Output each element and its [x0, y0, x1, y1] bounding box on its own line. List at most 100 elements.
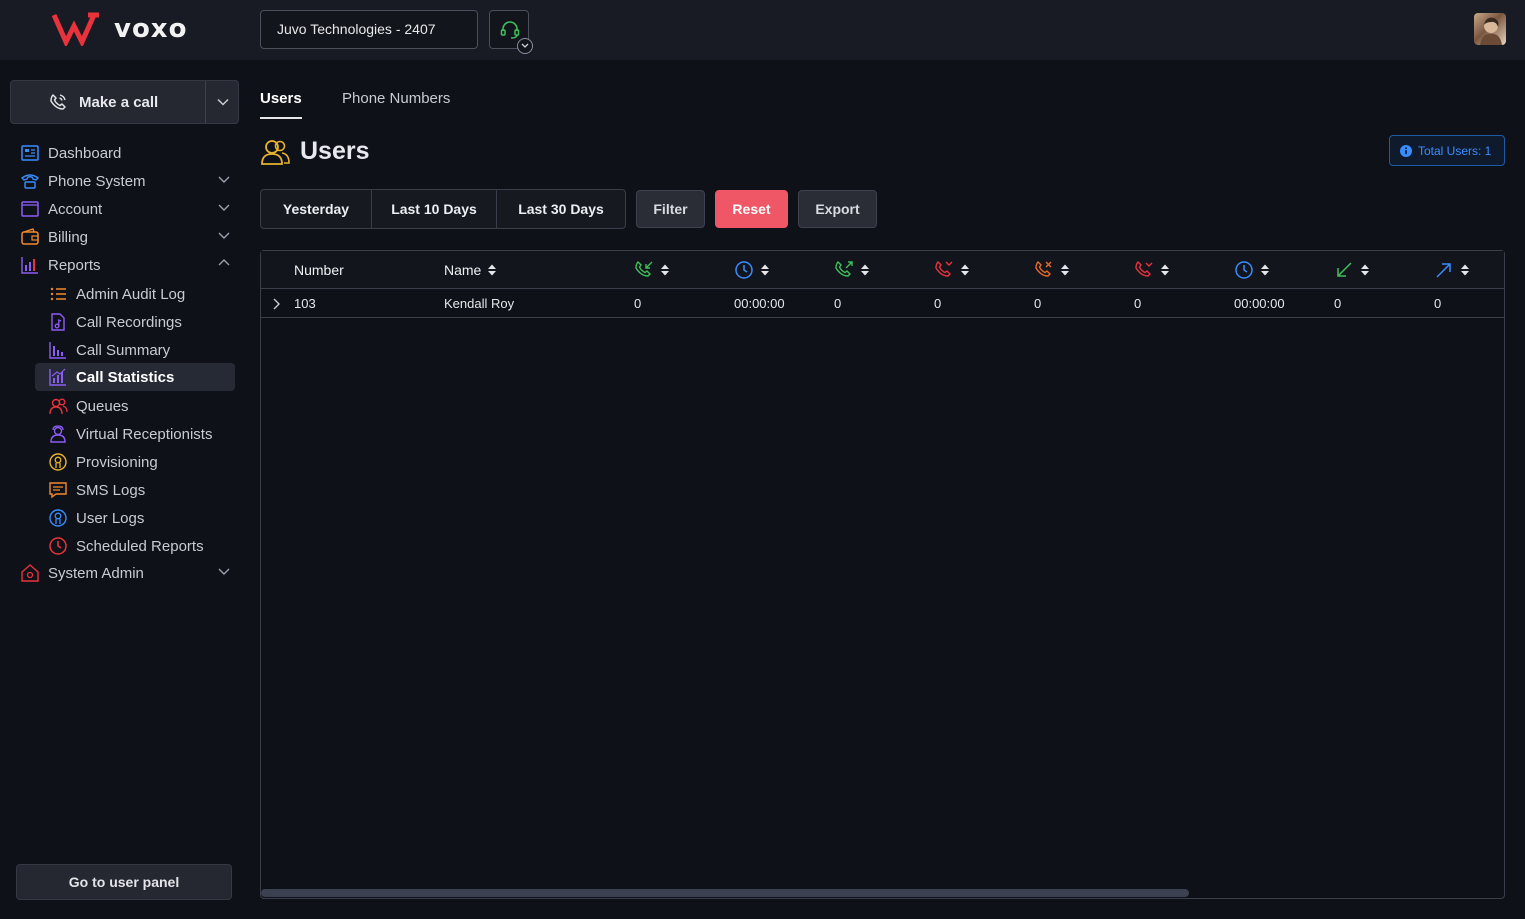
table-row[interactable]: 103 Kendall Roy 0 00:00:00 0 0 0 0 00:00…	[261, 289, 1504, 318]
inbound-arrow-icon	[1337, 262, 1352, 277]
sidebar-item-dashboard[interactable]: Dashboard	[20, 140, 236, 166]
range-last-10-days-button[interactable]: Last 10 Days	[372, 189, 497, 229]
sidebar-item-queues[interactable]: Queues	[35, 392, 235, 420]
outbound-arrow-icon	[1436, 263, 1451, 278]
date-range-group: Yesterday Last 10 Days Last 30 Days	[260, 189, 626, 229]
provisioning-icon	[48, 452, 68, 472]
sidebar-item-label: Admin Audit Log	[76, 285, 186, 303]
sidebar-item-call-summary[interactable]: Call Summary	[35, 336, 235, 364]
chevron-down-icon[interactable]	[517, 38, 533, 54]
rejected-call-icon	[1035, 261, 1052, 277]
headset-button[interactable]	[489, 10, 533, 54]
column-failed-calls[interactable]	[1134, 251, 1170, 289]
info-icon	[1400, 144, 1412, 157]
column-outbound[interactable]	[1434, 251, 1470, 289]
sidebar-item-label: Dashboard	[48, 144, 122, 162]
cell-outgoing-duration: 00:00:00	[1234, 296, 1285, 311]
dashboard-icon	[20, 143, 40, 163]
make-call-dropdown[interactable]	[205, 81, 239, 123]
chevron-down-icon	[218, 176, 230, 183]
clock-icon	[48, 536, 68, 556]
sidebar-item-admin-audit-log[interactable]: Admin Audit Log	[35, 280, 235, 308]
chevron-down-icon	[218, 232, 230, 239]
cell-outbound: 0	[1434, 296, 1442, 311]
cell-incoming-duration: 00:00:00	[734, 296, 785, 311]
filter-button[interactable]: Filter	[636, 190, 705, 228]
column-name[interactable]: Name	[444, 251, 497, 289]
chevron-right-icon[interactable]	[271, 297, 283, 311]
cell-rejected-calls: 0	[1034, 296, 1042, 311]
table-header: Number Name	[261, 251, 1504, 289]
phone-icon	[20, 171, 40, 191]
page-title-text: Users	[300, 137, 370, 165]
brand-name: voxo	[114, 14, 188, 44]
tab-users[interactable]: Users	[260, 90, 302, 107]
list-icon	[48, 284, 68, 304]
cell-outgoing-calls: 0	[834, 296, 842, 311]
sidebar-item-label: Call Statistics	[76, 368, 175, 386]
sidebar-item-billing[interactable]: Billing	[20, 224, 236, 250]
sidebar-item-label: Phone System	[48, 172, 146, 190]
brand-logo[interactable]: voxo	[52, 12, 187, 46]
make-call-button[interactable]: Make a call	[11, 81, 205, 123]
make-call-group: Make a call	[10, 80, 239, 124]
sidebar-item-label: Provisioning	[76, 453, 158, 471]
sidebar-item-call-statistics[interactable]: Call Statistics	[35, 363, 235, 391]
sidebar-item-label: Account	[48, 200, 103, 218]
sidebar-item-account[interactable]: Account	[20, 196, 236, 222]
admin-icon	[20, 563, 40, 583]
column-number[interactable]: Number	[294, 251, 344, 289]
outgoing-call-icon	[835, 261, 853, 277]
cell-number: 103	[294, 296, 316, 311]
horizontal-scrollbar[interactable]	[261, 889, 1189, 897]
column-inbound[interactable]	[1334, 251, 1370, 289]
sidebar-item-scheduled-reports[interactable]: Scheduled Reports	[35, 532, 235, 560]
account-icon	[20, 199, 40, 219]
sort-icon	[761, 264, 769, 276]
sort-icon	[661, 264, 669, 276]
sort-icon	[861, 264, 869, 276]
failed-call-icon	[1135, 261, 1153, 277]
sidebar-item-virtual-receptionists[interactable]: Virtual Receptionists	[35, 420, 235, 448]
users-table: Number Name 103 Kendall Roy 0 00:00:00 0…	[260, 250, 1505, 899]
total-users-text: Total Users: 1	[1418, 143, 1492, 158]
voxo-logo-icon	[52, 12, 99, 46]
tab-phone-numbers[interactable]: Phone Numbers	[342, 90, 450, 107]
column-missed-calls[interactable]	[934, 251, 970, 289]
sms-icon	[48, 480, 68, 500]
sidebar-item-sms-logs[interactable]: SMS Logs	[35, 476, 235, 504]
chevron-down-icon	[218, 204, 230, 211]
sidebar-item-label: User Logs	[76, 509, 145, 527]
sidebar-item-phone-system[interactable]: Phone System	[20, 168, 236, 194]
export-button[interactable]: Export	[798, 190, 877, 228]
column-outgoing-calls[interactable]	[834, 251, 870, 289]
range-yesterday-button[interactable]: Yesterday	[260, 189, 372, 229]
queues-icon	[48, 396, 68, 416]
sidebar-item-system-admin[interactable]: System Admin	[20, 560, 236, 586]
sidebar-item-label: Call Summary	[76, 341, 171, 359]
total-users-badge: Total Users: 1	[1389, 135, 1505, 166]
column-outgoing-duration[interactable]	[1234, 251, 1270, 289]
sidebar-item-label: Queues	[76, 397, 129, 415]
column-incoming-duration[interactable]	[734, 251, 770, 289]
phone-call-icon	[50, 94, 66, 110]
bar-chart-icon	[48, 340, 68, 360]
missed-call-icon	[935, 261, 953, 277]
chevron-up-icon	[218, 259, 230, 266]
avatar[interactable]	[1474, 13, 1506, 45]
company-select[interactable]: Juvo Technologies - 2407	[260, 10, 478, 49]
reset-button[interactable]: Reset	[715, 190, 788, 228]
chevron-down-icon	[218, 568, 230, 575]
go-to-user-panel-button[interactable]: Go to user panel	[16, 864, 232, 900]
sidebar-item-call-recordings[interactable]: Call Recordings	[35, 308, 235, 336]
range-last-30-days-button[interactable]: Last 30 Days	[497, 189, 626, 229]
column-rejected-calls[interactable]	[1034, 251, 1070, 289]
cell-incoming-calls: 0	[634, 296, 642, 311]
sidebar-item-user-logs[interactable]: User Logs	[35, 504, 235, 532]
column-incoming-calls[interactable]	[634, 251, 670, 289]
sidebar-item-reports[interactable]: Reports	[20, 252, 236, 278]
column-label: Number	[294, 262, 344, 278]
users-icon	[261, 139, 290, 165]
sidebar-item-provisioning[interactable]: Provisioning	[35, 448, 235, 476]
sort-icon	[961, 264, 969, 276]
